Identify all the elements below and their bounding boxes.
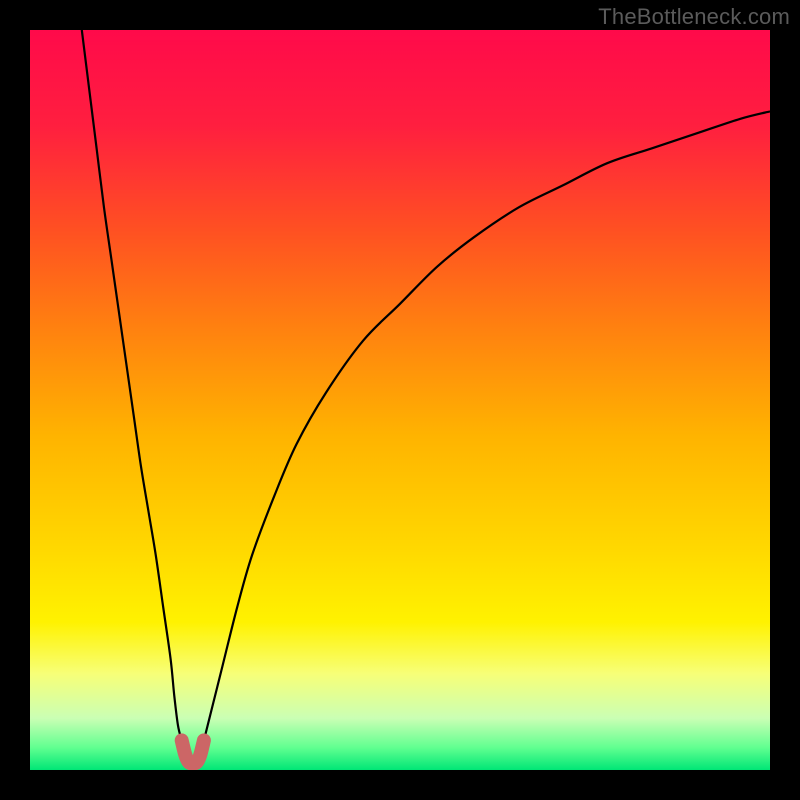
plot-area <box>30 30 770 770</box>
chart-frame: TheBottleneck.com <box>0 0 800 800</box>
chart-background <box>30 30 770 770</box>
chart-svg <box>30 30 770 770</box>
watermark-text: TheBottleneck.com <box>598 4 790 30</box>
